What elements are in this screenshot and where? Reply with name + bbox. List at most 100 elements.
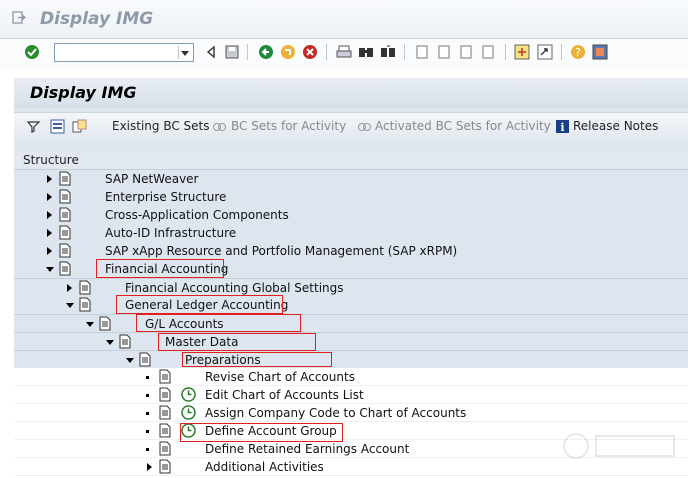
collapse-icon[interactable] — [106, 340, 114, 345]
back-icon[interactable] — [258, 44, 274, 60]
bc-set-icon — [213, 123, 226, 131]
tree-node-label: Additional Activities — [205, 460, 324, 474]
img-document-icon — [59, 261, 71, 276]
find-next-icon[interactable] — [380, 44, 396, 60]
tree-row[interactable]: Master Data — [14, 332, 688, 351]
expand-icon[interactable] — [47, 229, 52, 237]
leaf-bullet — [146, 412, 149, 415]
img-document-icon — [139, 352, 151, 367]
toolbar-separator — [326, 44, 327, 60]
back-arrow-icon[interactable] — [203, 44, 219, 60]
collapse-icon[interactable] — [46, 267, 54, 272]
tree-node-label: Auto-ID Infrastructure — [105, 226, 237, 240]
expand-icon[interactable] — [47, 193, 52, 201]
help-icon[interactable]: ? — [570, 44, 586, 60]
info-icon: i — [556, 120, 569, 134]
tree-row[interactable]: Auto-ID Infrastructure — [14, 224, 688, 242]
leaf-bullet — [146, 394, 149, 397]
leaf-bullet — [146, 448, 149, 451]
exit-circle-icon[interactable] — [280, 44, 296, 60]
img-document-icon — [79, 297, 91, 312]
bc-sets-for-activity-button[interactable]: BC Sets for Activity — [231, 119, 346, 133]
shortcut-icon[interactable] — [537, 44, 553, 60]
next-page-icon[interactable] — [458, 44, 474, 60]
panel-title: Display IMG — [30, 83, 137, 102]
execute-clock-icon[interactable] — [181, 387, 196, 402]
expand-icon[interactable] — [147, 463, 152, 471]
watermark-logo — [563, 433, 675, 459]
tree-row[interactable]: Revise Chart of Accounts — [14, 368, 688, 386]
tree-node-label: Revise Chart of Accounts — [205, 370, 355, 384]
highlight-general-ledger-accounting — [116, 295, 283, 314]
chevron-down-icon[interactable] — [178, 46, 191, 59]
tree-node-label: Edit Chart of Accounts List — [205, 388, 364, 402]
previous-page-icon[interactable] — [436, 44, 452, 60]
window-title: Display IMG — [40, 9, 154, 29]
img-document-icon — [159, 459, 171, 474]
tree-row[interactable]: SAP xApp Resource and Portfolio Manageme… — [14, 242, 688, 260]
create-session-icon[interactable] — [514, 44, 530, 60]
copy-icon[interactable] — [72, 119, 87, 134]
img-document-icon — [79, 280, 91, 295]
toolbar-separator — [561, 44, 562, 60]
leaf-bullet — [146, 430, 149, 433]
toolbar-separator — [404, 44, 405, 60]
img-document-icon — [99, 316, 111, 331]
svg-text:?: ? — [575, 46, 581, 59]
img-document-icon — [59, 243, 71, 258]
tree-row[interactable]: Enterprise Structure — [14, 188, 688, 206]
tree-row[interactable]: Assign Company Code to Chart of Accounts — [14, 404, 688, 422]
tree-row[interactable]: Preparations — [14, 350, 688, 369]
first-page-icon[interactable] — [414, 44, 430, 60]
enter-icon[interactable] — [24, 44, 40, 60]
tree-node-label: Financial Accounting Global Settings — [125, 281, 344, 295]
expand-icon[interactable] — [47, 175, 52, 183]
tree-node-label: Assign Company Code to Chart of Accounts — [205, 406, 467, 420]
img-document-icon — [119, 334, 131, 349]
tree-row[interactable]: Edit Chart of Accounts List — [14, 386, 688, 404]
activated-bc-set-icon — [358, 123, 371, 131]
panel-title-bar: Display IMG — [14, 78, 688, 108]
img-document-icon — [159, 441, 171, 456]
existing-bc-sets-button[interactable]: Existing BC Sets — [112, 119, 210, 133]
expand-icon[interactable] — [47, 211, 52, 219]
tree-row[interactable]: G/L Accounts — [14, 314, 688, 333]
activated-bc-sets-button[interactable]: Activated BC Sets for Activity — [375, 119, 551, 133]
highlight-financial-accounting — [96, 259, 224, 278]
exit-icon[interactable] — [12, 11, 26, 24]
filter-icon[interactable] — [26, 119, 41, 134]
tree-node-label: SAP NetWeaver — [105, 172, 199, 186]
img-document-icon — [59, 207, 71, 222]
tree-column-header: Structure — [14, 150, 688, 170]
save-icon[interactable] — [224, 44, 240, 60]
img-document-icon — [159, 369, 171, 384]
find-icon[interactable] — [358, 44, 374, 60]
img-document-icon — [59, 189, 71, 204]
tree-node-label: Enterprise Structure — [105, 190, 227, 204]
svg-text:i: i — [560, 121, 564, 134]
structure-column-label: Structure — [23, 153, 79, 167]
tree-node-label: SAP xApp Resource and Portfolio Manageme… — [105, 244, 458, 258]
highlight-preparations — [182, 352, 332, 367]
highlight-master-data — [158, 333, 316, 351]
cancel-icon[interactable] — [302, 44, 318, 60]
leaf-bullet — [146, 376, 149, 379]
command-field[interactable] — [54, 43, 194, 62]
last-page-icon[interactable] — [480, 44, 496, 60]
tree-row[interactable]: Cross-Application Components — [14, 206, 688, 224]
release-notes-button[interactable]: Release Notes — [573, 119, 658, 133]
collapse-icon[interactable] — [86, 322, 94, 327]
structure-icon[interactable] — [50, 119, 65, 134]
customize-layout-icon[interactable] — [592, 44, 608, 60]
expand-icon[interactable] — [47, 247, 52, 255]
highlight-gl-accounts — [136, 314, 301, 332]
execute-clock-icon[interactable] — [181, 405, 196, 420]
toolbar-separator — [247, 44, 248, 60]
print-icon[interactable] — [336, 44, 352, 60]
tree-row[interactable]: SAP NetWeaver — [14, 170, 688, 188]
collapse-icon[interactable] — [126, 358, 134, 363]
collapse-icon[interactable] — [66, 303, 74, 308]
img-document-icon — [159, 405, 171, 420]
expand-icon[interactable] — [67, 284, 72, 292]
application-toolbar: Existing BC Sets BC Sets for Activity Ac… — [14, 112, 688, 141]
